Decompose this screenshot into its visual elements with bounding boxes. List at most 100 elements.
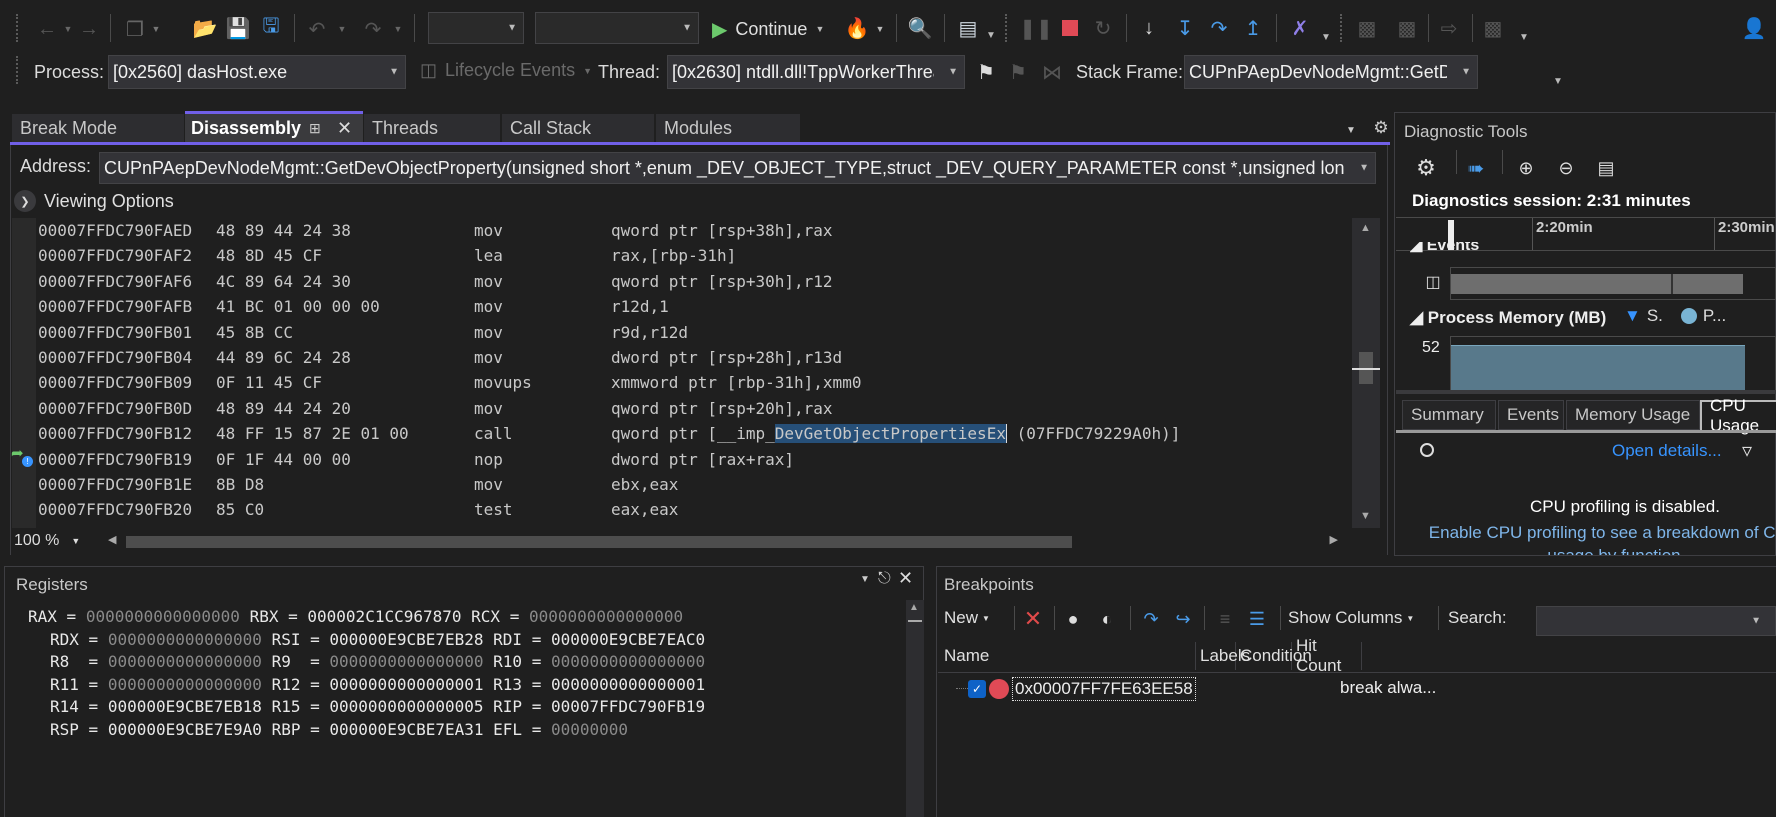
register-value[interactable]: 000000E9CBE7E9A0 bbox=[108, 720, 262, 739]
export-icon[interactable]: ⇨ bbox=[1436, 14, 1462, 42]
thread-combo[interactable]: [0x2630] ntdll.dll!TppWorkerThread ▼ bbox=[667, 55, 965, 89]
show-next-statement-icon[interactable]: ↓ bbox=[1136, 14, 1162, 42]
find-in-files-icon[interactable]: 🔍 bbox=[906, 14, 934, 42]
flag-thread-icon[interactable]: ⚑ bbox=[974, 58, 998, 86]
pause-icon[interactable]: ❚❚ bbox=[1019, 14, 1053, 42]
undo-icon[interactable]: ↶ bbox=[304, 16, 330, 42]
tab-threads[interactable]: Threads bbox=[364, 114, 500, 142]
disassembly-row[interactable]: 00007FFDC790FB09 0F 11 45 CF movups xmmword… bbox=[38, 370, 861, 395]
clear-icon[interactable]: ▩ bbox=[1480, 14, 1506, 42]
enable-cpu-profiling-link[interactable]: Enable CPU profiling to see a breakdown … bbox=[1404, 521, 1776, 555]
show-threads-icon[interactable]: ✗ bbox=[1286, 14, 1314, 42]
scroll-right-icon[interactable]: ▶ bbox=[1330, 533, 1338, 546]
register-value[interactable]: 0000000000000000 bbox=[86, 607, 240, 626]
register-value[interactable]: 0000000000000000 bbox=[108, 630, 262, 649]
tab-cpu-usage[interactable]: CPU Usage bbox=[1700, 396, 1776, 435]
step-out-icon[interactable]: ↥ bbox=[1240, 14, 1266, 42]
register-value[interactable]: 0000000000000000 bbox=[108, 652, 262, 671]
save-icon[interactable]: 💾 bbox=[225, 14, 251, 42]
hscroll-thumb[interactable] bbox=[126, 536, 1072, 548]
tab-break-mode[interactable]: Break Mode bbox=[12, 114, 184, 142]
continue-dropdown-icon[interactable]: ▼ bbox=[815, 24, 824, 34]
breakpoint-all-icon[interactable]: ▩ bbox=[1394, 14, 1420, 42]
disassembly-row[interactable]: 00007FFDC790FAF2 48 8D 45 CF lea rax,[rbp-3… bbox=[38, 243, 736, 268]
restart-icon[interactable]: ↻ bbox=[1090, 14, 1116, 42]
close-icon[interactable]: ✕ bbox=[898, 568, 913, 589]
overflow-icon-3[interactable]: ▼ bbox=[1518, 30, 1530, 44]
pin-icon[interactable]: ⊞ bbox=[309, 120, 321, 137]
register-value[interactable]: 0000000000000000 bbox=[529, 607, 683, 626]
go-to-disassembly-icon[interactable]: ↪ bbox=[1170, 606, 1196, 632]
new-item-icon[interactable]: ❐ bbox=[120, 16, 150, 42]
disassembly-row[interactable]: 00007FFDC790FB01 45 8B CC mov r9d,r12d bbox=[38, 320, 688, 345]
live-share-icon[interactable]: 👤 bbox=[1740, 14, 1768, 42]
tab-call-stack[interactable]: Call Stack bbox=[502, 114, 654, 142]
filter-icon[interactable]: ▿ bbox=[1742, 438, 1752, 463]
register-value[interactable]: 0000000000000000 bbox=[551, 652, 705, 671]
register-value[interactable]: 000000E9CBE7EB28 bbox=[329, 630, 483, 649]
import-icon[interactable]: ≡ bbox=[1212, 606, 1238, 632]
platform-combo[interactable]: ▼ bbox=[535, 12, 699, 44]
scroll-up-icon[interactable]: ▲ bbox=[909, 602, 919, 613]
register-value[interactable]: 00000000 bbox=[551, 720, 628, 739]
hot-reload-icon[interactable]: 🔥 bbox=[844, 14, 870, 42]
gear-icon[interactable]: ⚙ bbox=[1370, 116, 1392, 140]
register-value[interactable]: 000000E9CBE7EB18 bbox=[108, 697, 262, 716]
disassembly-row[interactable]: 00007FFDC790FB20 85 C0 test eax,eax bbox=[38, 497, 678, 522]
column-header-hit-count[interactable]: Hit Count bbox=[1292, 636, 1362, 675]
register-value[interactable]: 0000000000000000 bbox=[108, 675, 262, 694]
process-memory-section-label[interactable]: ◢ Process Memory (MB) bbox=[1410, 308, 1606, 328]
new-breakpoint-button[interactable]: New ▼ bbox=[944, 608, 990, 628]
viewing-options-toggle[interactable]: ❯ Viewing Options bbox=[14, 190, 174, 212]
forward-icon[interactable]: → bbox=[76, 16, 102, 42]
zoom-out-icon[interactable]: ⊖ bbox=[1552, 154, 1580, 182]
tab-disassembly[interactable]: Disassembly ⊞ ✕ bbox=[185, 111, 363, 142]
solution-config-combo[interactable]: ▼ bbox=[428, 12, 524, 44]
hot-reload-dropdown-icon[interactable]: ▼ bbox=[874, 16, 886, 42]
disassembly-vscrollbar[interactable]: ▲ ▼ bbox=[1352, 218, 1380, 528]
disassembly-row[interactable]: 00007FFDC790FB12 48 FF 15 87 2E 01 00 call… bbox=[38, 421, 1180, 446]
go-to-source-icon[interactable]: ↷ bbox=[1138, 606, 1164, 632]
redo-dropdown-icon[interactable]: ▼ bbox=[392, 16, 404, 42]
register-value[interactable]: 0000000000000001 bbox=[329, 675, 483, 694]
open-folder-icon[interactable]: 📂 bbox=[192, 14, 218, 42]
export-breakpoints-icon[interactable]: ☰ bbox=[1244, 606, 1270, 632]
breakpoint-enabled-checkbox[interactable]: ✓ bbox=[968, 680, 986, 698]
undo-dropdown-icon[interactable]: ▼ bbox=[336, 16, 348, 42]
flag-all-threads-icon[interactable]: ⚑ bbox=[1006, 58, 1030, 86]
lifecycle-events-button[interactable]: ◫ Lifecycle Events ▼ bbox=[420, 60, 592, 81]
disassembly-row[interactable]: 00007FFDC790FB0D 48 89 44 24 20 mov qword p… bbox=[38, 396, 833, 421]
disassembly-row-current[interactable]: 00007FFDC790FB19 0F 1F 44 00 00 nop dword p… bbox=[38, 447, 794, 472]
registers-vscrollbar[interactable]: ▲ bbox=[906, 600, 924, 817]
register-value[interactable]: 000002C1CC967870 bbox=[307, 607, 461, 626]
register-value[interactable]: 000000E9CBE7EAC0 bbox=[551, 630, 705, 649]
register-value[interactable]: 0000000000000005 bbox=[329, 697, 483, 716]
disassembly-row[interactable]: 00007FFDC790FAF6 4C 89 64 24 30 mov qword p… bbox=[38, 269, 833, 294]
register-value[interactable]: 000000E9CBE7EA31 bbox=[329, 720, 483, 739]
settings-gear-icon[interactable]: ⚙ bbox=[1412, 154, 1440, 182]
chart-help-icon[interactable]: ▤ bbox=[1592, 154, 1620, 182]
pin-icon[interactable]: ⎋ bbox=[878, 570, 891, 588]
redo-icon[interactable]: ↷ bbox=[360, 16, 386, 42]
step-into-icon[interactable]: ↧ bbox=[1172, 14, 1198, 42]
continue-button[interactable]: ▶ Continue ▼ bbox=[712, 14, 824, 44]
toggle-external-code-icon[interactable]: ⋈ bbox=[1040, 58, 1064, 86]
disassembly-hscrollbar[interactable]: ◀ ▶ bbox=[104, 532, 1348, 552]
memory-chart[interactable] bbox=[1450, 336, 1776, 391]
column-header-labels[interactable]: Labels bbox=[1196, 642, 1250, 670]
overflow-icon-2[interactable]: ▼ bbox=[1320, 30, 1332, 44]
tab-list-dropdown-icon[interactable]: ▼ bbox=[1344, 120, 1358, 140]
tab-memory-usage[interactable]: Memory Usage bbox=[1566, 400, 1700, 430]
overflow-icon-4[interactable]: ▼ bbox=[1552, 74, 1564, 88]
back-dropdown-icon[interactable]: ▼ bbox=[62, 16, 74, 42]
stack-frame-combo[interactable]: CUPnPAepDevNodeMgmt::GetDevObjectPropert… bbox=[1184, 55, 1478, 89]
register-value[interactable]: 0000000000000001 bbox=[551, 675, 705, 694]
column-header-condition[interactable]: Condition bbox=[1236, 642, 1312, 670]
zoom-level-combo[interactable]: 100 % ▼ bbox=[14, 530, 98, 552]
registers-dropdown-icon[interactable]: ▼ bbox=[860, 574, 870, 585]
save-all-icon[interactable]: 🖫 bbox=[258, 14, 284, 42]
disable-all-breakpoints-icon[interactable]: ◐ bbox=[1094, 606, 1120, 632]
process-combo[interactable]: [0x2560] dasHost.exe ▼ bbox=[108, 55, 406, 89]
tab-modules[interactable]: Modules bbox=[656, 114, 800, 142]
record-cpu-icon[interactable] bbox=[1420, 443, 1434, 457]
